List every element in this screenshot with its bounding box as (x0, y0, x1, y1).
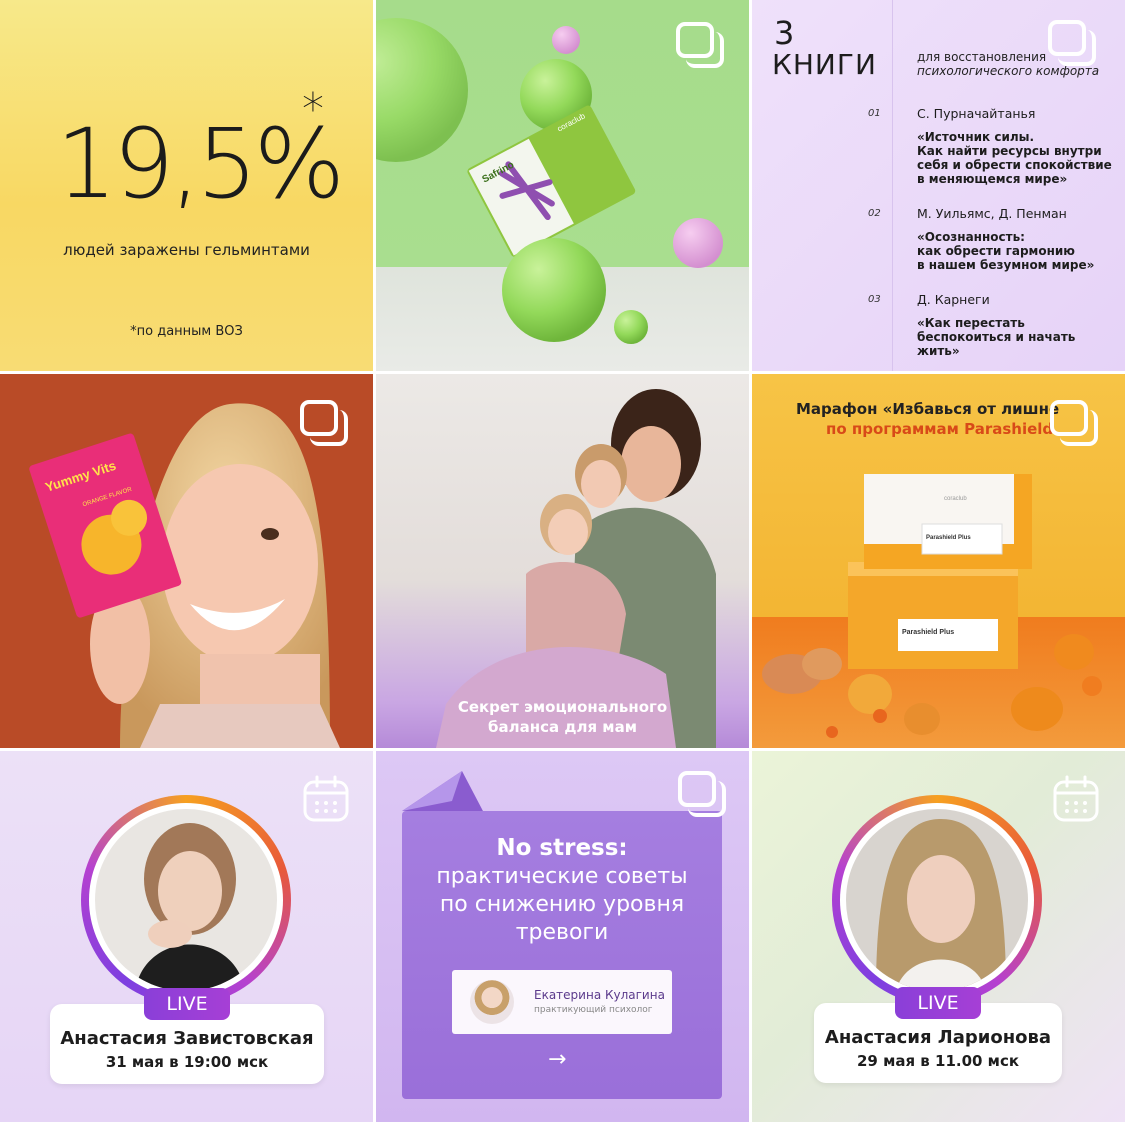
event-date: 29 мая в 11.00 мск (856, 1052, 1020, 1070)
post-tile-live-zavistovskaya[interactable]: Анастасия Завистовская 31 мая в 19:00 мс… (0, 751, 373, 1122)
arrow-right-icon: → (548, 1047, 567, 1072)
speaker-name: Екатерина Кулагина (534, 988, 665, 1002)
post-tile-safrino[interactable]: Safrino coraclub (376, 0, 749, 371)
statistic-value: 19,5% (56, 108, 345, 220)
box-label: Parashield Plus (926, 535, 971, 541)
speaker-avatar (95, 809, 277, 991)
carousel-icon (678, 771, 726, 817)
speaker-name: Анастасия Ларионова (824, 1027, 1052, 1048)
statistic-caption: людей заражены гельминтами (63, 241, 310, 259)
speaker-avatar (470, 980, 514, 1024)
book-author: М. Уильямс, Д. Пенман (917, 206, 1067, 221)
book-title: «Осознанность: как обрести гармонию в на… (917, 230, 1095, 272)
calendar-icon (1053, 775, 1099, 822)
divider (892, 0, 893, 371)
book-number: 01 (868, 108, 881, 119)
book-title: «Как перестать беспокоиться и начать жит… (917, 316, 1076, 358)
book-author: С. Пурначайтанья (917, 106, 1036, 121)
book-author: Д. Карнеги (917, 292, 990, 307)
event-date: 31 мая в 19:00 мск (105, 1053, 269, 1071)
post-tile-helminths[interactable]: 19,5% * людей заражены гельминтами *по д… (0, 0, 373, 371)
avatar-ring (81, 795, 291, 1005)
speaker-name: Анастасия Завистовская (60, 1028, 314, 1049)
box-label: Parashield Plus (902, 629, 954, 636)
live-badge: LIVE (895, 987, 981, 1019)
book-number: 02 (868, 208, 881, 219)
statistic-source: *по данным ВОЗ (130, 324, 243, 339)
post-tile-mom-balance[interactable]: Секрет эмоционального баланса для мам (376, 374, 749, 748)
post-tile-parashield-marathon[interactable]: Марафон «Избавься от лишне по программам… (752, 374, 1125, 748)
speaker-avatar (846, 809, 1028, 991)
mother-and-daughters-photo (436, 389, 716, 748)
speaker-role: практикующий психолог (534, 1005, 653, 1015)
carousel-icon (300, 400, 348, 446)
books-heading: КНИГИ (772, 48, 877, 81)
avatar-ring (832, 795, 1042, 1005)
post-tile-live-larionova[interactable]: Анастасия Ларионова 29 мая в 11.00 мск L… (752, 751, 1125, 1122)
book-title: «Источник силы. Как найти ресурсы внутри… (917, 130, 1112, 186)
speaker-card: Екатерина Кулагина практикующий психолог (452, 970, 672, 1034)
carousel-icon (676, 22, 724, 68)
book-number: 03 (868, 294, 881, 305)
post-caption: Секрет эмоционального баланса для мам (457, 698, 668, 736)
carousel-icon (1050, 400, 1098, 446)
live-badge: LIVE (144, 988, 230, 1020)
calendar-icon (303, 775, 349, 822)
footnote-asterisk: * (302, 84, 324, 135)
post-tile-no-stress[interactable]: No stress: практические советы по снижен… (376, 751, 749, 1122)
carousel-icon (1048, 20, 1096, 66)
post-tile-three-books[interactable]: 3 КНИГИ для восстановления психологическ… (752, 0, 1125, 371)
post-title: No stress: (496, 835, 628, 861)
books-count: 3 (774, 14, 795, 52)
post-tile-yummy-vits[interactable]: Yummy Vits ORANGE FLAVOR (0, 374, 373, 748)
box-brand: coraclub (944, 496, 967, 502)
post-subtitle: практические советы по снижению уровня т… (436, 864, 688, 945)
